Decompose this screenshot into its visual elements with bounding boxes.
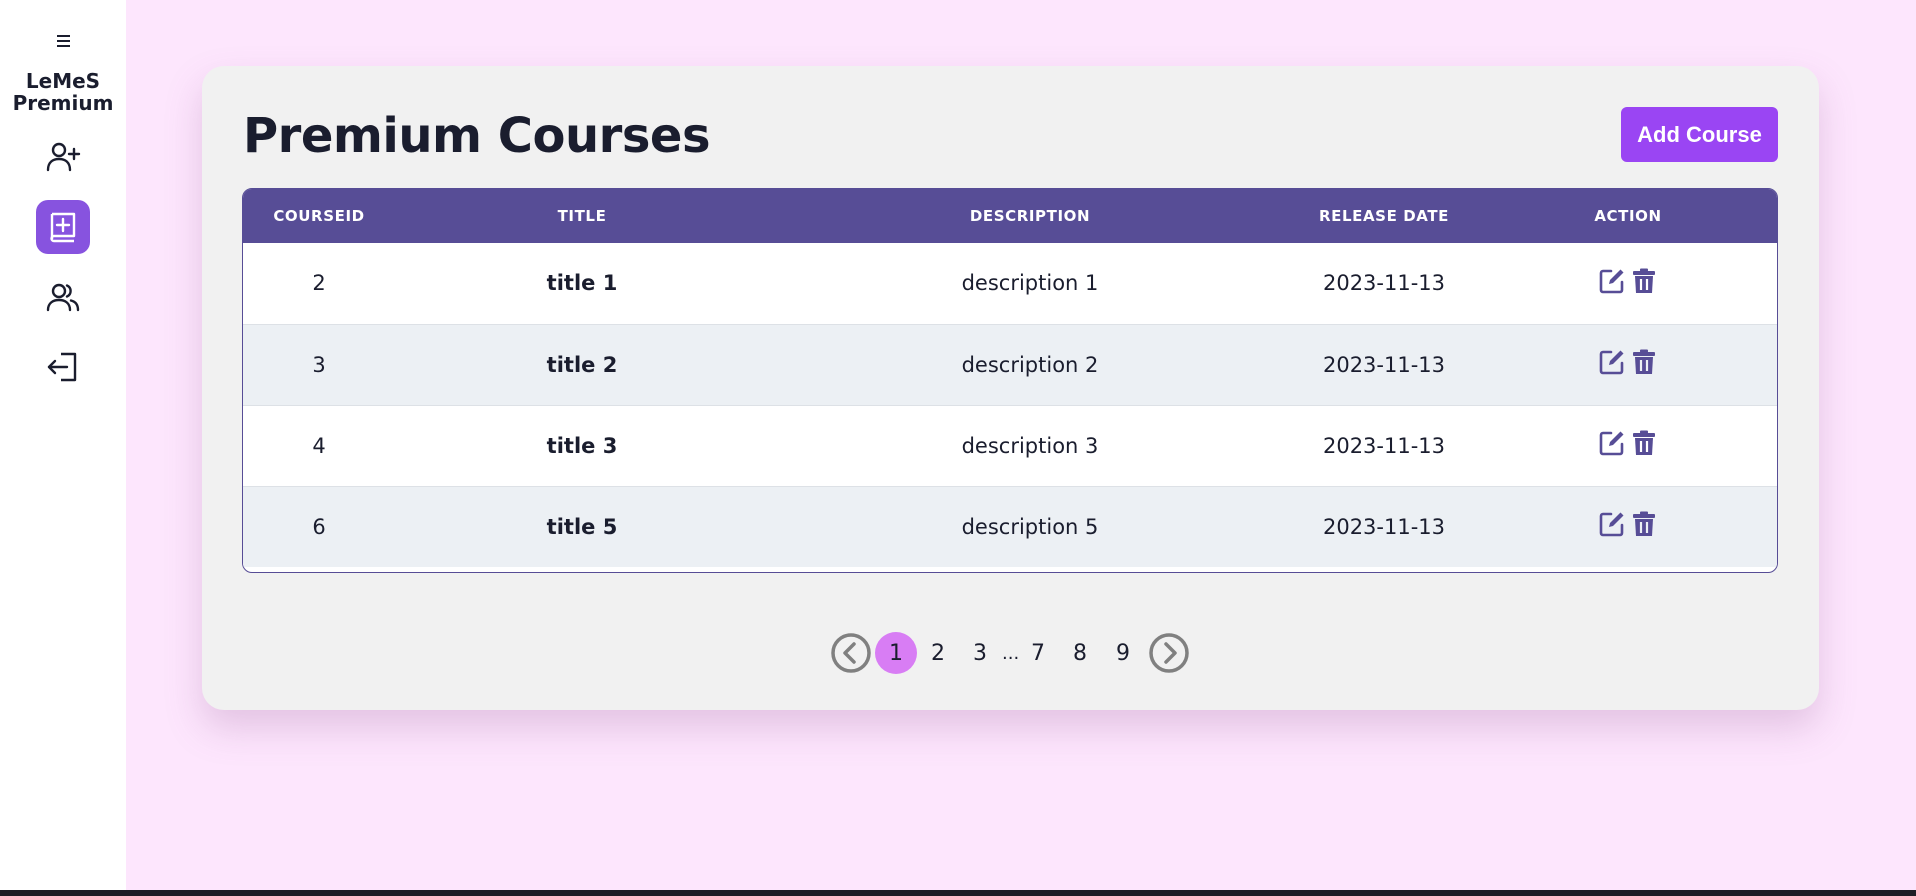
edit-icon[interactable] [1598,348,1626,376]
add-user-icon [46,142,81,172]
cell-course-id: 4 [243,404,395,486]
cell-course-id: 2 [312,271,326,296]
cell-actions [1477,323,1777,405]
cell-title: title 2 [395,323,769,405]
brand: LeMeS Premium [13,70,114,114]
menu-icon[interactable] [52,30,74,52]
cell-actions [1477,485,1777,567]
table-row: 6 title 5 description 5 2023-11-13 [243,485,1777,567]
cell-title: title 5 [395,485,769,567]
delete-icon[interactable] [1630,267,1658,295]
delete-icon[interactable] [1630,348,1658,376]
cell-course-id: 6 [243,485,395,567]
users-icon [46,283,80,312]
brand-line-2: Premium [12,91,114,115]
next-page-icon[interactable] [1148,632,1190,674]
header-action: Action [1594,207,1662,225]
delete-icon[interactable] [1630,429,1658,457]
page-number[interactable]: 1 [875,632,917,674]
cell-release-date: 2023-11-13 [1291,485,1477,567]
courses-card: Premium Courses Add Course CourseID Titl… [202,66,1819,710]
page-number[interactable]: 8 [1059,632,1101,674]
sidebar: LeMeS Premium [0,0,126,890]
app-root: LeMeS Premium Premium Courses Add Course… [0,0,1916,896]
page-title: Premium Courses [243,108,711,164]
add-course-icon [50,212,76,243]
page-number[interactable]: 3 [959,632,1001,674]
logout-icon [47,352,77,382]
cell-description: description 5 [769,485,1291,567]
header-title: Title [557,207,607,225]
table-row: 3 title 2 description 2 2023-11-13 [243,323,1777,405]
bottom-bar [0,890,1916,896]
pagination: 1 2 3 ... 7 8 9 [202,628,1819,678]
table-row: 2 title 1 description 1 2023-11-13 [243,243,1777,324]
sidebar-item-users[interactable] [36,270,90,324]
edit-icon[interactable] [1598,510,1626,538]
courses-table: CourseID Title Description Release Date … [242,188,1778,573]
edit-icon[interactable] [1598,429,1626,457]
cell-release-date: 2023-11-13 [1291,323,1477,405]
cell-release-date: 2023-11-13 [1291,404,1477,486]
cell-title: title 1 [546,271,618,296]
cell-description: description 1 [961,271,1099,296]
header-description: Description [969,207,1091,225]
delete-icon[interactable] [1630,510,1658,538]
cell-release-date: 2023-11-13 [1322,271,1446,296]
add-course-button[interactable]: Add Course [1621,107,1778,162]
cell-actions [1477,404,1777,486]
table-row: 4 title 3 description 3 2023-11-13 [243,404,1777,486]
previous-page-icon[interactable] [830,632,872,674]
page-number[interactable]: 2 [917,632,959,674]
header-release-date: Release Date [1318,207,1450,225]
sidebar-item-courses[interactable] [36,200,90,254]
table-header-row: CourseID Title Description Release Date … [243,189,1777,243]
edit-icon[interactable] [1598,267,1626,295]
sidebar-item-logout[interactable] [36,340,90,394]
cell-course-id: 3 [243,323,395,405]
cell-description: description 2 [769,323,1291,405]
page-number[interactable]: 9 [1102,632,1144,674]
cell-title: title 3 [395,404,769,486]
page-number[interactable]: 7 [1017,632,1059,674]
sidebar-item-add-user[interactable] [36,130,90,184]
cell-description: description 3 [769,404,1291,486]
header-course-id: CourseID [273,207,365,225]
cell-actions [1477,243,1777,324]
brand-line-1: LeMeS [25,69,101,93]
